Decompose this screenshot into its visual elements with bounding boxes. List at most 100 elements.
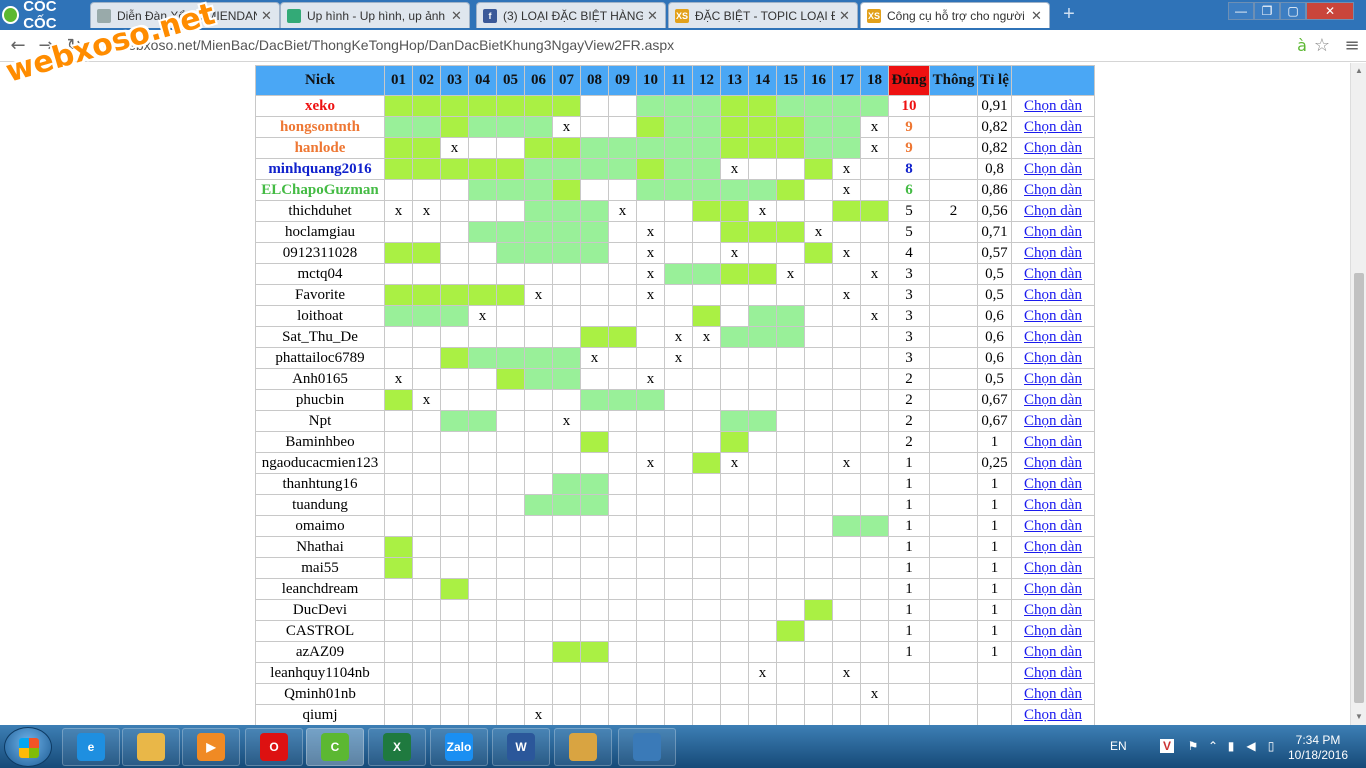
chon-dan-link[interactable]: Chọn dàn <box>1011 116 1095 138</box>
chon-dan-link[interactable]: Chọn dàn <box>1011 494 1095 516</box>
chon-dan-link[interactable]: Chọn dàn <box>1011 431 1095 453</box>
close-tab-icon[interactable]: ✕ <box>1031 8 1043 24</box>
flag-icon[interactable]: ⚑ <box>1186 739 1200 753</box>
chon-dan-link[interactable]: Chọn dàn <box>1011 641 1095 663</box>
chon-dan-link[interactable]: Chọn dàn <box>1011 284 1095 306</box>
day-cell <box>636 515 665 537</box>
close-tab-icon[interactable]: ✕ <box>451 8 463 24</box>
day-cell: x <box>860 305 889 327</box>
taskbar-button[interactable]: Zalo <box>430 728 488 766</box>
day-cell <box>664 494 693 516</box>
day-cell <box>860 179 889 201</box>
page-scrollbar[interactable]: ▲ ▼ <box>1350 63 1366 725</box>
taskbar-button[interactable]: W <box>492 728 550 766</box>
maximize-button[interactable]: ❐ <box>1254 2 1280 20</box>
day-cell <box>804 116 833 138</box>
chon-dan-link[interactable]: Chọn dàn <box>1011 137 1095 159</box>
chon-dan-link[interactable]: Chọn dàn <box>1011 599 1095 621</box>
day-cell <box>832 410 861 432</box>
chon-dan-link[interactable]: Chọn dàn <box>1011 305 1095 327</box>
tab-4[interactable]: XS ĐẶC BIỆT - TOPIC LOẠI ĐẶ ✕ <box>668 2 858 28</box>
taskbar-button[interactable] <box>618 728 676 766</box>
nick-cell: mctq04 <box>255 263 385 285</box>
url-field[interactable]: webxoso.net/MienBac/DacBiet/ThongKeTongH… <box>118 37 674 53</box>
thong-cell <box>929 536 978 558</box>
day-cell <box>692 641 721 663</box>
day-cell <box>860 515 889 537</box>
taskbar-button[interactable] <box>554 728 612 766</box>
chon-dan-link[interactable]: Chọn dàn <box>1011 452 1095 474</box>
tab-3[interactable]: f (3) LOẠI ĐẶC BIỆT HÀNG N ✕ <box>476 2 666 28</box>
minimize-button[interactable]: — <box>1228 2 1254 20</box>
clock[interactable]: 7:34 PM 10/18/2016 <box>1282 733 1354 763</box>
taskbar-button[interactable] <box>122 728 180 766</box>
chon-dan-link[interactable]: Chọn dàn <box>1011 242 1095 264</box>
taskbar-button[interactable]: ▶ <box>182 728 240 766</box>
chon-dan-link[interactable]: Chọn dàn <box>1011 410 1095 432</box>
day-cell <box>832 683 861 705</box>
battery-icon[interactable]: ▯ <box>1264 739 1278 753</box>
day-cell <box>384 305 413 327</box>
day-cell <box>748 284 777 306</box>
thong-cell <box>929 368 978 390</box>
language-indicator[interactable]: EN <box>1110 739 1127 753</box>
menu-icon[interactable]: ≡ <box>1340 34 1364 58</box>
tile-cell: 0,5 <box>977 263 1012 285</box>
chon-dan-link[interactable]: Chọn dàn <box>1011 473 1095 495</box>
chon-dan-link[interactable]: Chọn dàn <box>1011 221 1095 243</box>
header-day-07: 07 <box>552 65 581 96</box>
tab-5[interactable]: XS Công cụ hỗ trợ cho người ✕ <box>860 2 1050 28</box>
vietkey-icon[interactable]: V <box>1160 739 1174 753</box>
new-tab-button[interactable]: + <box>1060 4 1078 24</box>
chon-dan-link[interactable]: Chọn dàn <box>1011 347 1095 369</box>
day-cell: x <box>664 326 693 348</box>
chon-dan-link[interactable]: Chọn dàn <box>1011 620 1095 642</box>
day-cell <box>608 515 637 537</box>
day-cell <box>496 347 525 369</box>
chon-dan-link[interactable]: Chọn dàn <box>1011 263 1095 285</box>
start-button[interactable] <box>4 727 52 767</box>
chon-dan-link[interactable]: Chọn dàn <box>1011 326 1095 348</box>
day-cell <box>664 305 693 327</box>
chon-dan-link[interactable]: Chọn dàn <box>1011 95 1095 117</box>
nick-cell: Qminh01nb <box>255 683 385 705</box>
day-cell <box>384 662 413 684</box>
chon-dan-link[interactable]: Chọn dàn <box>1011 389 1095 411</box>
volume-icon[interactable]: ◀ <box>1244 739 1258 753</box>
chon-dan-link[interactable]: Chọn dàn <box>1011 158 1095 180</box>
chon-dan-link[interactable]: Chọn dàn <box>1011 536 1095 558</box>
network-icon[interactable]: ▮ <box>1224 739 1238 753</box>
day-cell <box>468 179 497 201</box>
scroll-down-arrow[interactable]: ▼ <box>1351 709 1366 725</box>
day-cell <box>524 389 553 411</box>
nick-cell: mai55 <box>255 557 385 579</box>
day-cell <box>412 305 441 327</box>
close-window-button[interactable]: ✕ <box>1306 2 1354 20</box>
chon-dan-link[interactable]: Chọn dàn <box>1011 515 1095 537</box>
bookmark-star-icon[interactable]: ☆ <box>1310 34 1334 58</box>
scroll-up-arrow[interactable]: ▲ <box>1351 63 1366 79</box>
close-tab-icon[interactable]: ✕ <box>839 8 851 24</box>
day-cell <box>412 704 441 725</box>
chon-dan-link[interactable]: Chọn dàn <box>1011 704 1095 725</box>
chon-dan-link[interactable]: Chọn dàn <box>1011 368 1095 390</box>
taskbar-button[interactable]: C <box>306 728 364 766</box>
tab-2[interactable]: Up hình - Up hình, up ảnh ✕ <box>280 2 470 28</box>
close-tab-icon[interactable]: ✕ <box>261 8 273 24</box>
chon-dan-link[interactable]: Chọn dàn <box>1011 662 1095 684</box>
taskbar-button[interactable]: O <box>245 728 303 766</box>
chon-dan-link[interactable]: Chọn dàn <box>1011 200 1095 222</box>
day-cell <box>384 494 413 516</box>
chon-dan-link[interactable]: Chọn dàn <box>1011 179 1095 201</box>
chon-dan-link[interactable]: Chọn dàn <box>1011 578 1095 600</box>
chon-dan-link[interactable]: Chọn dàn <box>1011 557 1095 579</box>
close-tab-icon[interactable]: ✕ <box>647 8 659 24</box>
show-hidden-icon[interactable]: ⌃ <box>1206 739 1220 753</box>
scroll-thumb[interactable] <box>1354 273 1364 703</box>
chon-dan-link[interactable]: Chọn dàn <box>1011 683 1095 705</box>
day-cell <box>720 326 749 348</box>
coccoc-logo[interactable]: CỐC CỐC <box>2 0 90 32</box>
taskbar-button[interactable]: e <box>62 728 120 766</box>
taskbar-button[interactable]: X <box>368 728 426 766</box>
restore-button[interactable]: ▢ <box>1280 2 1306 20</box>
